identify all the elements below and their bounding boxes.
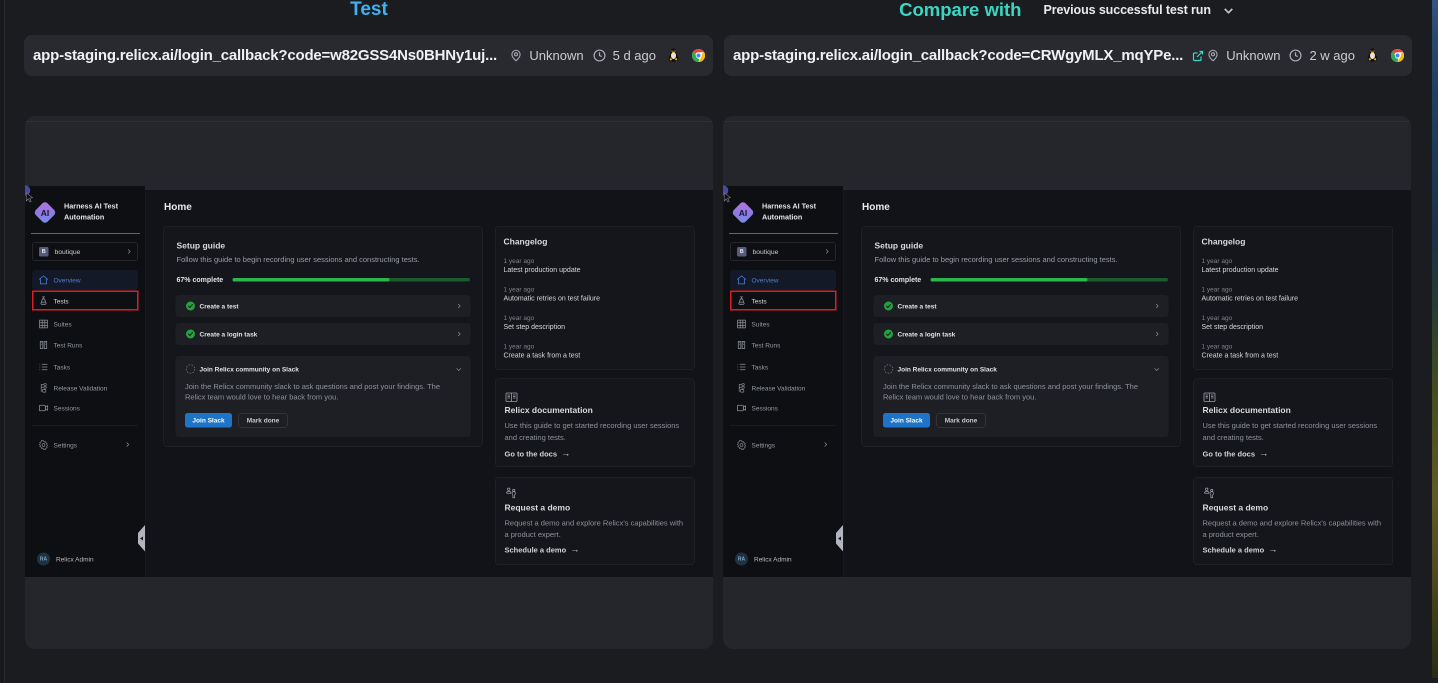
svg-text:AI: AI [41, 208, 50, 218]
svg-text:AI: AI [739, 208, 748, 218]
